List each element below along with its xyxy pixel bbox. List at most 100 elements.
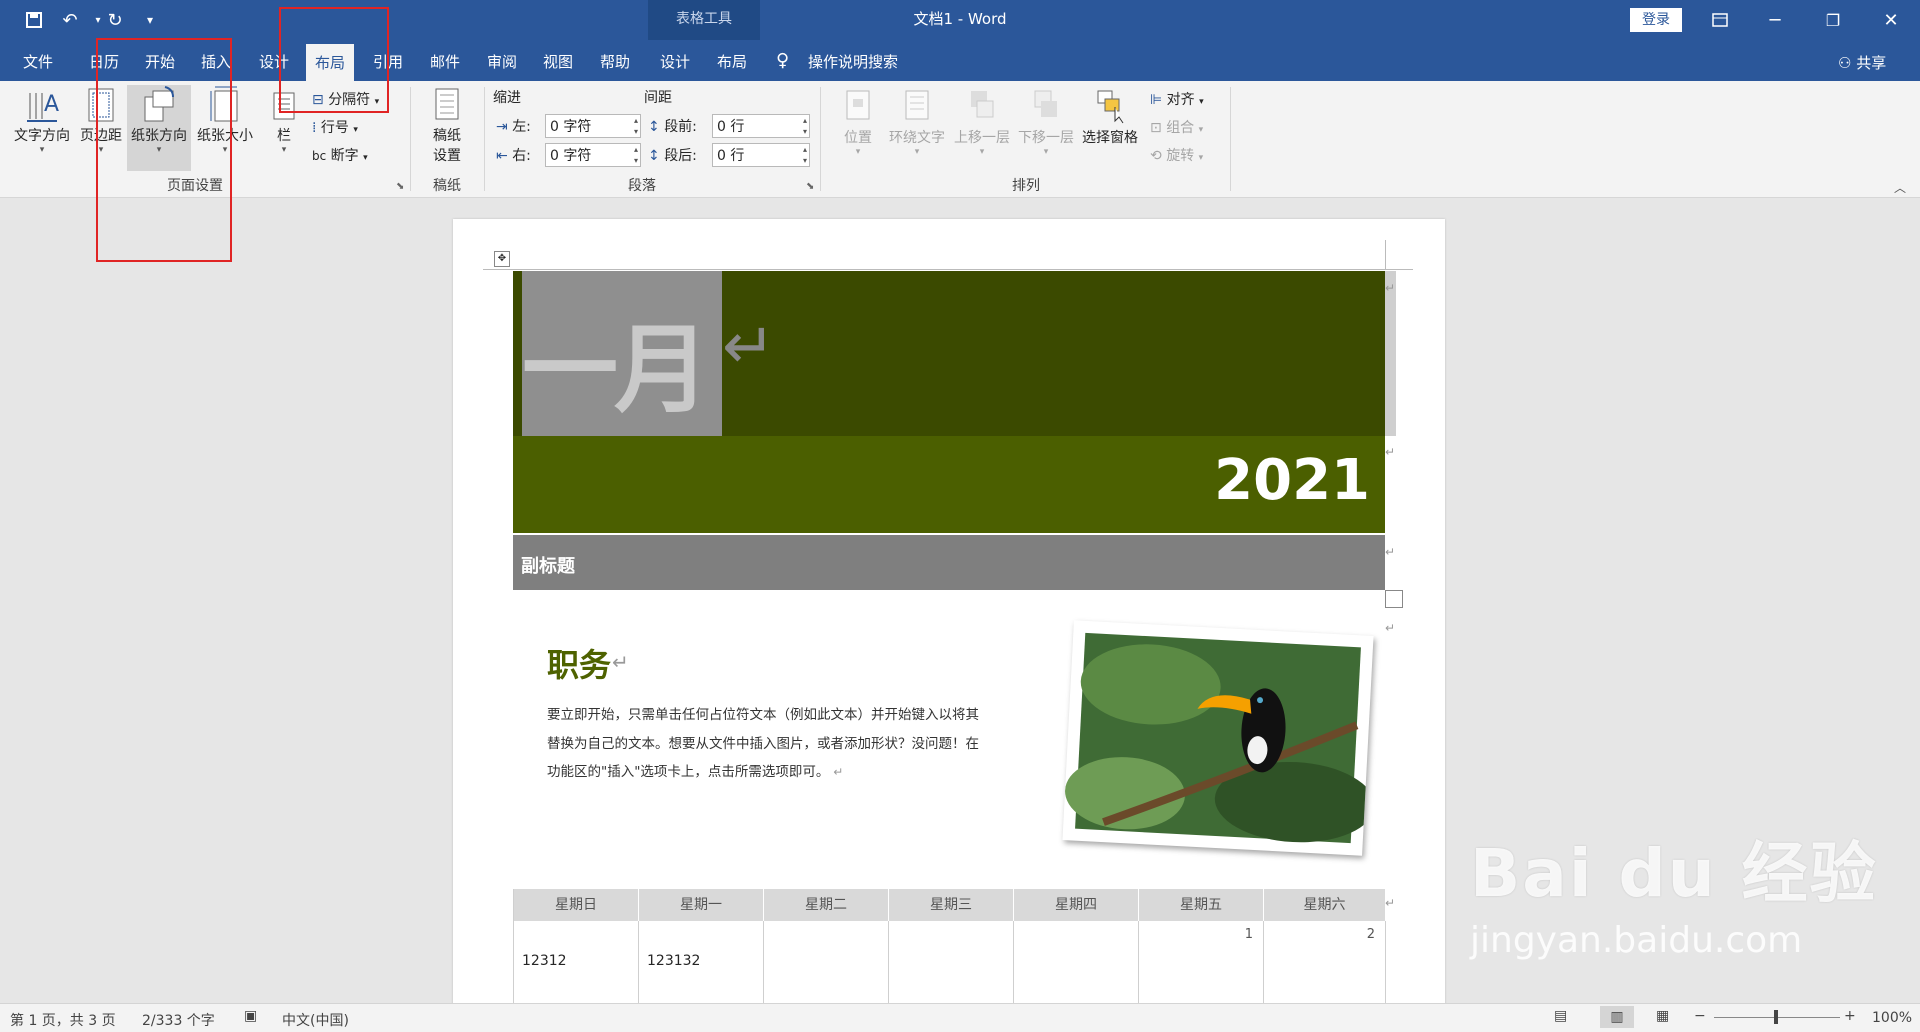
draft-paper-label: 稿纸	[433, 128, 461, 144]
tab-mailings[interactable]: 邮件	[425, 43, 465, 81]
weekday-header: 星期四	[1014, 889, 1138, 921]
position-button[interactable]: 位置 ▾	[836, 87, 880, 157]
read-mode-icon[interactable]: ▤	[1554, 1008, 1567, 1024]
watermark-url: jingyan.baidu.com	[1470, 920, 1803, 961]
month-title: 一月	[522, 314, 710, 426]
weekday-header: 星期六	[1264, 889, 1385, 921]
wrap-text-label: 环绕文字	[889, 130, 945, 146]
group-button[interactable]: ⊡ 组合 ▾	[1150, 117, 1203, 137]
calendar-cell[interactable]	[764, 921, 889, 1003]
ribbon-display-options-icon[interactable]	[1697, 0, 1743, 40]
table-move-handle-icon[interactable]: ✥	[494, 251, 510, 267]
indent-left-label: ⇥ 左:	[496, 119, 531, 135]
send-backward-button[interactable]: 下移一层 ▾	[1014, 87, 1078, 157]
bring-forward-icon	[967, 87, 997, 127]
zoom-level[interactable]: 100%	[1872, 1010, 1912, 1026]
spacing-after-input[interactable]: 0 行 ▴ ▾	[712, 143, 810, 167]
tell-me-search[interactable]: 操作说明搜索	[808, 43, 908, 81]
line-numbers-button[interactable]: ⁞ 行号 ▾	[312, 117, 358, 137]
weekday-header: 星期三	[889, 889, 1013, 921]
page-count[interactable]: 第 1 页，共 3 页	[10, 1010, 116, 1030]
language-indicator[interactable]: 中文(中国)	[282, 1010, 349, 1030]
bring-forward-button[interactable]: 上移一层 ▾	[950, 87, 1014, 157]
spacing-after-label: ↕ 段后:	[648, 148, 697, 164]
draft-paper-label-2: 设置	[433, 148, 461, 164]
indent-left-icon: ⇥	[496, 119, 508, 135]
undo-icon[interactable]: ↶	[56, 6, 84, 34]
indent-left-input[interactable]: 0 字符 ▴ ▾	[545, 114, 641, 138]
table-tools-label: 表格工具	[676, 11, 732, 27]
paragraph-mark-icon: ↵	[722, 310, 776, 384]
spacing-before-label: ↕ 段前:	[648, 119, 697, 135]
share-button[interactable]: ⚇ 共享	[1838, 52, 1886, 73]
rotate-icon: ⟲	[1150, 148, 1162, 164]
arrange-group-label: 排列	[1012, 178, 1040, 194]
document-title: 文档1 - Word	[913, 10, 1007, 28]
text-direction-button[interactable]: A 文字方向 ▾	[10, 85, 74, 155]
hyphenation-button[interactable]: bc 断字 ▾	[312, 145, 368, 165]
wrap-text-button[interactable]: 环绕文字 ▾	[884, 87, 950, 157]
zoom-out-icon[interactable]: −	[1694, 1008, 1706, 1024]
indent-title: 缩进	[493, 90, 521, 106]
customize-toolbar-icon[interactable]: ▾	[136, 6, 164, 34]
spacing-before-input[interactable]: 0 行 ▴ ▾	[712, 114, 810, 138]
calendar-cell[interactable]	[889, 921, 1014, 1003]
draft-paper-button[interactable]: 稿纸 设置	[422, 85, 472, 165]
tab-help[interactable]: 帮助	[595, 43, 635, 81]
tab-view[interactable]: 视图	[538, 43, 578, 81]
send-backward-label: 下移一层	[1018, 130, 1074, 146]
spacing-after-icon: ↕	[648, 148, 660, 164]
share-label: 共享	[1856, 54, 1887, 72]
tab-file[interactable]: 文件	[18, 43, 58, 81]
collapse-ribbon-icon[interactable]: ︿	[1894, 179, 1906, 196]
indent-right-input[interactable]: 0 字符 ▴ ▾	[545, 143, 641, 167]
paragraph-dialog-launcher-icon[interactable]: ⬊	[806, 181, 814, 192]
zoom-slider-thumb[interactable]	[1774, 1010, 1778, 1024]
send-backward-icon	[1031, 87, 1061, 127]
indent-right-icon: ⇤	[496, 148, 508, 164]
wrap-text-icon	[902, 87, 932, 127]
calendar-cell[interactable]	[1014, 921, 1139, 1003]
page-setup-dialog-launcher-icon[interactable]: ⬊	[396, 181, 404, 192]
svg-text:A: A	[44, 92, 59, 117]
calendar-cell[interactable]: 2	[1264, 921, 1386, 1003]
minimize-icon[interactable]: ─	[1752, 0, 1798, 40]
tab-table-layout[interactable]: 布局	[712, 43, 752, 81]
position-label: 位置	[844, 130, 872, 146]
selection-pane-button[interactable]: 选择窗格	[1078, 87, 1142, 147]
annotation-box-layout-tab	[279, 7, 389, 113]
spacing-before-icon: ↕	[648, 119, 660, 135]
person-icon: ⚇	[1838, 54, 1852, 72]
align-button[interactable]: ⊫ 对齐 ▾	[1150, 89, 1204, 109]
restore-icon[interactable]: ❐	[1810, 0, 1856, 40]
year-text: 2021	[1214, 448, 1370, 513]
repeat-icon[interactable]: ↻	[101, 6, 129, 34]
toucan-photo-image	[1065, 632, 1375, 844]
calendar-cell[interactable]: 1	[1139, 921, 1264, 1003]
rotate-button[interactable]: ⟲ 旋转 ▾	[1150, 145, 1203, 165]
calendar-cell[interactable]: 12312	[514, 921, 639, 1003]
save-icon[interactable]	[20, 6, 48, 34]
page-margin-line	[483, 269, 1413, 270]
web-layout-icon[interactable]: ▦	[1656, 1008, 1669, 1024]
bring-forward-label: 上移一层	[954, 130, 1010, 146]
watermark-brand: Bai du 经验	[1470, 835, 1878, 912]
text-direction-icon: A	[24, 85, 60, 125]
login-button[interactable]: 登录	[1630, 8, 1682, 32]
align-icon: ⊫	[1150, 92, 1163, 108]
group-icon: ⊡	[1150, 120, 1162, 136]
toucan-photo[interactable]	[1062, 620, 1375, 856]
baidu-watermark-logo: Bai du 经验 jingyan.baidu.com	[1470, 820, 1910, 990]
selection-pane-label: 选择窗格	[1082, 130, 1138, 146]
close-icon[interactable]: ✕	[1868, 0, 1914, 40]
body-text: 要立即开始，只需单击任何占位符文本（例如此文本）并开始键入以将其 替换为自己的文…	[547, 701, 1037, 787]
tab-table-design[interactable]: 设计	[655, 43, 695, 81]
calendar-cell[interactable]: 123132	[639, 921, 764, 1003]
zoom-in-icon[interactable]: +	[1844, 1008, 1856, 1024]
table-resize-handle[interactable]	[1385, 590, 1403, 608]
print-layout-icon[interactable]: ▥	[1600, 1006, 1634, 1028]
body-line-2: 替换为自己的文本。想要从文件中插入图片，或者添加形状？没问题！在	[547, 735, 979, 752]
tab-review[interactable]: 审阅	[482, 43, 522, 81]
word-count[interactable]: 2/333 个字	[142, 1010, 215, 1030]
proofing-icon[interactable]: ▣	[244, 1008, 257, 1024]
